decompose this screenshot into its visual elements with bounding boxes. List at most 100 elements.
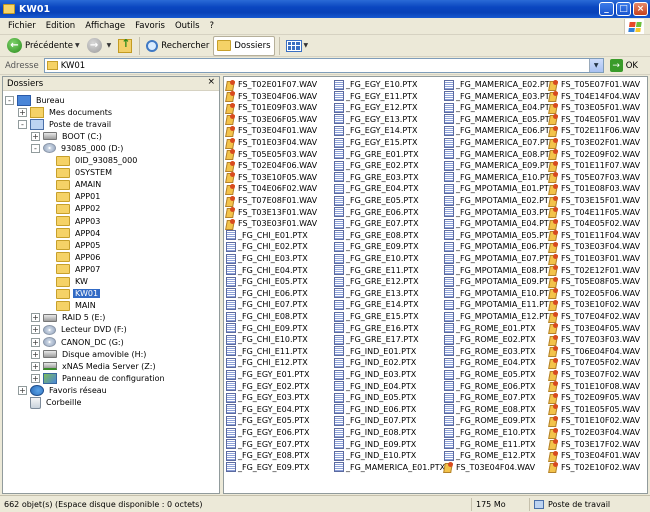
file-item[interactable]: _FG_EGY_E15.PTX <box>334 137 418 148</box>
file-item[interactable]: FS_T01E03F04.WAV <box>226 137 317 148</box>
tree-expander[interactable]: + <box>31 361 40 371</box>
file-item[interactable]: _FG_MPOTAMIA_E06.PTX <box>444 241 554 252</box>
file-item[interactable]: _FG_MPOTAMIA_E11.PTX <box>444 299 554 310</box>
file-item[interactable]: _FG_CHI_E11.PTX <box>226 346 308 357</box>
tree-node[interactable]: APP06 <box>56 251 102 263</box>
file-item[interactable]: FS_T03E15F01.WAV <box>549 195 640 206</box>
tree-node[interactable]: Poste de travail <box>30 118 113 130</box>
file-item[interactable]: _FG_ROME_E05.PTX <box>444 369 536 380</box>
file-item[interactable]: _FG_CHI_E05.PTX <box>226 276 308 287</box>
file-item[interactable]: _FG_GRE_E14.PTX <box>334 299 419 310</box>
file-item[interactable]: FS_T04E05F01.WAV <box>549 114 640 125</box>
tree-node[interactable]: MAIN <box>56 300 98 312</box>
file-item[interactable]: _FG_ROME_E08.PTX <box>444 404 536 415</box>
tree-expander[interactable]: + <box>31 349 40 359</box>
file-item[interactable]: FS_T07E03F03.WAV <box>549 334 640 345</box>
file-item[interactable]: _FG_ROME_E06.PTX <box>444 381 536 392</box>
file-item[interactable]: _FG_IND_E03.PTX <box>334 369 416 380</box>
file-item[interactable]: _FG_ROME_E01.PTX <box>444 323 536 334</box>
menu-affichage[interactable]: Affichage <box>80 21 130 31</box>
file-item[interactable]: _FG_GRE_E01.PTX <box>334 149 419 160</box>
views-button[interactable]: ▼ <box>283 36 312 56</box>
back-button[interactable]: ← Précédente ▼ <box>4 36 83 56</box>
maximize-button[interactable]: □ <box>616 2 631 16</box>
file-item[interactable]: _FG_EGY_E03.PTX <box>226 392 310 403</box>
file-item[interactable]: FS_T05E08F05.WAV <box>549 276 640 287</box>
file-item[interactable]: _FG_MPOTAMIA_E09.PTX <box>444 276 554 287</box>
forward-button[interactable]: → ▼ <box>84 36 115 56</box>
file-item[interactable]: FS_T01E09F03.WAV <box>226 102 317 113</box>
file-item[interactable]: _FG_MAMERICA_E04.PTX <box>444 102 555 113</box>
tree-node[interactable]: Panneau de configuration <box>43 372 167 384</box>
file-item[interactable]: FS_T05E05F03.WAV <box>226 149 317 160</box>
file-item[interactable]: FS_T02E12F01.WAV <box>549 265 640 276</box>
folders-button[interactable]: Dossiers <box>213 35 275 56</box>
address-dropdown-button[interactable]: ▼ <box>588 59 603 72</box>
file-item[interactable]: FS_T07E05F02.WAV <box>549 357 640 368</box>
file-item[interactable]: FS_T02E04F06.WAV <box>226 160 317 171</box>
tree-node[interactable]: Lecteur DVD (F:) <box>43 324 129 336</box>
file-item[interactable]: _FG_EGY_E12.PTX <box>334 102 418 113</box>
search-button[interactable]: Rechercher <box>143 36 212 56</box>
file-item[interactable]: _FG_GRE_E06.PTX <box>334 207 419 218</box>
file-item[interactable]: _FG_GRE_E11.PTX <box>334 265 419 276</box>
menu-outils[interactable]: Outils <box>170 21 205 31</box>
file-item[interactable]: _FG_EGY_E13.PTX <box>334 114 418 125</box>
file-item[interactable]: _FG_GRE_E09.PTX <box>334 241 419 252</box>
file-item[interactable]: FS_T03E02F01.WAV <box>549 137 640 148</box>
file-item[interactable]: _FG_CHI_E08.PTX <box>226 311 308 322</box>
tree-node[interactable]: APP02 <box>56 203 102 215</box>
close-button[interactable]: × <box>633 2 648 16</box>
file-item[interactable]: FS_T01E11F04.WAV <box>549 230 640 241</box>
file-item[interactable]: _FG_IND_E06.PTX <box>334 404 416 415</box>
file-item[interactable]: FS_T04E06F02.WAV <box>226 183 317 194</box>
file-item[interactable]: _FG_EGY_E05.PTX <box>226 415 310 426</box>
minimize-button[interactable]: _ <box>599 2 614 16</box>
tree-expander[interactable]: + <box>31 337 40 347</box>
file-item[interactable]: _FG_MPOTAMIA_E04.PTX <box>444 218 554 229</box>
file-item[interactable]: FS_T03E17F02.WAV <box>549 439 640 450</box>
file-item[interactable]: _FG_CHI_E10.PTX <box>226 334 308 345</box>
tree-expander[interactable]: + <box>31 131 40 141</box>
tree-node[interactable]: Favoris réseau <box>30 384 109 396</box>
tree-node[interactable]: APP03 <box>56 215 102 227</box>
file-item[interactable]: FS_T04E05F02.WAV <box>549 218 640 229</box>
tree-node[interactable]: APP05 <box>56 239 102 251</box>
tree-node[interactable]: KW <box>56 276 90 288</box>
file-item[interactable]: FS_T01E08F03.WAV <box>549 183 640 194</box>
tree-node[interactable]: 0ID_93085_000 <box>56 155 139 167</box>
file-item[interactable]: FS_T01E11F07.WAV <box>549 160 640 171</box>
file-item[interactable]: FS_T03E03F01.WAV <box>226 218 317 229</box>
file-item[interactable]: _FG_IND_E02.PTX <box>334 357 416 368</box>
file-item[interactable]: _FG_MPOTAMIA_E03.PTX <box>444 207 554 218</box>
file-item[interactable]: _FG_MPOTAMIA_E05.PTX <box>444 230 554 241</box>
tree-node[interactable]: RAID 5 (E:) <box>43 312 107 324</box>
menu-favoris[interactable]: Favoris <box>130 21 170 31</box>
tree-node[interactable]: 93085_000 (D:) <box>43 142 125 154</box>
file-item[interactable]: _FG_GRE_E03.PTX <box>334 172 419 183</box>
file-item[interactable]: _FG_CHI_E04.PTX <box>226 265 308 276</box>
file-item[interactable]: _FG_EGY_E06.PTX <box>226 427 310 438</box>
file-item[interactable]: _FG_GRE_E02.PTX <box>334 160 419 171</box>
file-item[interactable]: FS_T03E10F05.WAV <box>226 172 317 183</box>
tree-node[interactable]: xNAS Media Server (Z:) <box>43 360 158 372</box>
address-input[interactable]: KW01 ▼ <box>43 58 604 73</box>
file-item[interactable]: _FG_IND_E04.PTX <box>334 381 416 392</box>
file-item[interactable]: _FG_EGY_E04.PTX <box>226 404 310 415</box>
file-item[interactable]: _FG_ROME_E07.PTX <box>444 392 536 403</box>
tree-expander[interactable]: + <box>31 313 40 323</box>
file-item[interactable]: _FG_GRE_E12.PTX <box>334 276 419 287</box>
tree-expander[interactable]: - <box>31 143 40 153</box>
file-item[interactable]: _FG_GRE_E05.PTX <box>334 195 419 206</box>
file-item[interactable]: FS_T02E11F06.WAV <box>549 125 640 136</box>
file-item[interactable]: FS_T04E14F04.WAV <box>549 91 640 102</box>
file-item[interactable]: FS_T02E03F04.WAV <box>549 427 640 438</box>
file-item[interactable]: _FG_MPOTAMIA_E01.PTX <box>444 183 554 194</box>
file-item[interactable]: _FG_GRE_E13.PTX <box>334 288 419 299</box>
tree-node[interactable]: Bureau <box>17 94 67 106</box>
file-item[interactable]: _FG_EGY_E09.PTX <box>226 462 310 473</box>
file-item[interactable]: FS_T03E10F02.WAV <box>549 299 640 310</box>
file-item[interactable]: _FG_GRE_E16.PTX <box>334 323 419 334</box>
file-item[interactable]: _FG_ROME_E10.PTX <box>444 427 536 438</box>
file-item[interactable]: _FG_MPOTAMIA_E02.PTX <box>444 195 554 206</box>
